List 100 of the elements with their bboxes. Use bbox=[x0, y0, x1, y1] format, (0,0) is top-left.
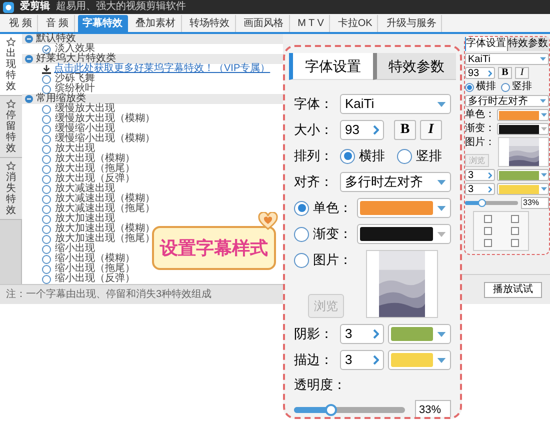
tab[interactable]: 字幕特效 bbox=[78, 15, 128, 32]
effect-option[interactable]: 放大减速出现（拖尾） bbox=[22, 204, 155, 214]
checkbox[interactable] bbox=[484, 227, 492, 235]
color-dropdown[interactable] bbox=[388, 350, 451, 370]
effect-option[interactable]: 淡入效果 bbox=[22, 44, 95, 54]
effect-option[interactable]: 缓慢缩小出现 bbox=[22, 124, 115, 134]
slider-thumb[interactable] bbox=[324, 404, 337, 416]
side-tab[interactable]: 停留特效 bbox=[0, 96, 22, 158]
effect-option[interactable]: 缩小出现（反弹） bbox=[22, 274, 135, 284]
radio-button[interactable] bbox=[42, 274, 51, 284]
radio-button[interactable] bbox=[501, 82, 510, 92]
font-dropdown[interactable]: KaiTi bbox=[465, 53, 549, 65]
effect-option[interactable]: 缓慢放大出现（模糊） bbox=[22, 114, 155, 124]
stroke-field[interactable]: 3 bbox=[340, 350, 384, 370]
effect-option[interactable]: 缓慢缩小出现（模糊） bbox=[22, 134, 155, 144]
font-dropdown[interactable]: KaiTi bbox=[340, 94, 451, 114]
slider-track[interactable] bbox=[294, 407, 405, 413]
radio-button[interactable] bbox=[42, 184, 51, 194]
effect-option[interactable]: 放大出现（拖尾） bbox=[22, 164, 135, 174]
size-field[interactable]: 93 bbox=[340, 120, 384, 140]
effect-option[interactable]: 放大出现（模糊） bbox=[22, 154, 135, 164]
checkbox[interactable] bbox=[510, 239, 518, 247]
radio-button[interactable] bbox=[465, 82, 474, 92]
tab[interactable]: 音 频 bbox=[40, 15, 75, 32]
color-dropdown[interactable] bbox=[497, 169, 549, 181]
slider-track[interactable] bbox=[465, 201, 518, 205]
size-field[interactable]: 93 bbox=[465, 67, 495, 79]
side-tab[interactable]: 消失特效 bbox=[0, 158, 22, 220]
color-dropdown[interactable] bbox=[497, 183, 549, 195]
radio-button[interactable] bbox=[42, 154, 51, 164]
effect-option[interactable]: 放大加速出现（拖尾） bbox=[22, 234, 155, 244]
radio-button[interactable] bbox=[294, 252, 309, 268]
radio-button[interactable] bbox=[42, 144, 51, 154]
checkbox[interactable] bbox=[510, 215, 518, 223]
effect-option[interactable]: 放大加速出现 bbox=[22, 214, 115, 224]
checkbox[interactable] bbox=[510, 227, 518, 235]
tab[interactable]: 视 频 bbox=[4, 15, 38, 32]
opacity-field[interactable]: 33% bbox=[415, 400, 451, 417]
tab[interactable]: 画面风格 bbox=[238, 15, 290, 32]
radio-button[interactable] bbox=[42, 244, 51, 254]
tab[interactable]: M T V bbox=[292, 15, 330, 32]
effect-option[interactable]: 放大出现（反弹） bbox=[22, 174, 135, 184]
align-dropdown[interactable]: 多行时左对齐 bbox=[465, 95, 549, 107]
shadow-field[interactable]: 3 bbox=[465, 169, 495, 181]
vip-link[interactable]: 点击此处获取更多好莱坞字幕特效！（VIP专属） bbox=[54, 64, 270, 74]
effect-option[interactable]: 缩小出现（模糊） bbox=[22, 254, 135, 264]
effect-option[interactable]: 缩小出现 bbox=[22, 244, 95, 254]
tab[interactable]: 叠加素材 bbox=[130, 15, 182, 32]
effect-option[interactable]: 放大加速出现（模糊） bbox=[22, 224, 155, 234]
panel-tab[interactable]: 特效参数 bbox=[372, 53, 456, 80]
shadow-field[interactable]: 3 bbox=[340, 324, 384, 344]
panel-tab[interactable]: 特效参数 bbox=[507, 37, 549, 51]
radio-button[interactable] bbox=[42, 214, 51, 224]
play-button[interactable]: 播放试试 bbox=[484, 282, 542, 298]
stroke-field[interactable]: 3 bbox=[465, 183, 495, 195]
radio-button[interactable] bbox=[42, 234, 51, 244]
radio-button[interactable] bbox=[42, 224, 51, 234]
effect-option[interactable]: 缤纷秋叶 bbox=[22, 84, 95, 94]
radio-button[interactable] bbox=[42, 164, 51, 174]
group-header[interactable]: 好莱坞大片特效类 bbox=[22, 54, 283, 64]
radio-button[interactable] bbox=[42, 124, 51, 134]
checkbox[interactable] bbox=[484, 239, 492, 247]
radio-button[interactable] bbox=[42, 254, 51, 264]
panel-tab[interactable]: 字体设置 bbox=[289, 53, 372, 80]
tab[interactable]: 转场特效 bbox=[184, 15, 236, 32]
effect-option[interactable]: 沙砾飞舞 bbox=[22, 74, 95, 84]
effect-option[interactable]: 放大出现 bbox=[22, 144, 95, 154]
tab[interactable]: 升级与服务 bbox=[381, 15, 442, 32]
color-dropdown[interactable] bbox=[357, 198, 451, 218]
radio-button[interactable] bbox=[42, 84, 51, 94]
side-tab[interactable]: 出现特效 bbox=[0, 34, 22, 96]
radio-button[interactable] bbox=[42, 134, 51, 144]
effect-option[interactable]: 放大减速出现（模糊） bbox=[22, 194, 155, 204]
bold-button[interactable]: B bbox=[498, 67, 512, 79]
slider-thumb[interactable] bbox=[478, 199, 486, 207]
radio-button[interactable] bbox=[42, 194, 51, 204]
radio-button[interactable] bbox=[294, 200, 309, 216]
group-header[interactable]: 常用缩放类 bbox=[22, 94, 283, 104]
color-dropdown[interactable] bbox=[497, 109, 549, 121]
radio-button[interactable] bbox=[42, 264, 51, 274]
radio-button[interactable] bbox=[42, 114, 51, 124]
italic-button[interactable]: I bbox=[515, 67, 529, 79]
checkbox[interactable] bbox=[484, 215, 492, 223]
color-dropdown[interactable] bbox=[388, 324, 451, 344]
effect-option[interactable]: 缓慢放大出现 bbox=[22, 104, 115, 114]
italic-button[interactable]: I bbox=[420, 120, 442, 140]
effect-option[interactable]: 缩小出现（拖尾） bbox=[22, 264, 135, 274]
group-header[interactable]: 默认特效 bbox=[22, 34, 283, 44]
bold-button[interactable]: B bbox=[394, 120, 416, 140]
panel-tab[interactable]: 字体设置 bbox=[465, 37, 507, 51]
radio-button[interactable] bbox=[42, 204, 51, 214]
radio-button[interactable] bbox=[42, 174, 51, 184]
align-dropdown[interactable]: 多行时左对齐 bbox=[340, 172, 451, 192]
effect-option[interactable]: 放大减速出现 bbox=[22, 184, 115, 194]
opacity-field[interactable]: 33% bbox=[521, 197, 549, 209]
radio-button[interactable] bbox=[42, 104, 51, 114]
radio-button[interactable] bbox=[397, 148, 412, 164]
radio-button[interactable] bbox=[340, 148, 355, 164]
tab[interactable]: 卡拉OK bbox=[332, 15, 378, 32]
radio-button[interactable] bbox=[42, 74, 51, 84]
